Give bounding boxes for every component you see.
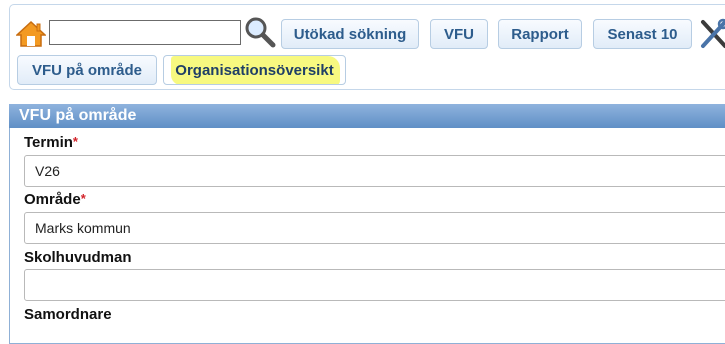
search-icon[interactable] xyxy=(244,16,276,48)
area-label: Område* xyxy=(24,191,86,208)
term-label: Termin* xyxy=(24,134,78,151)
report-button[interactable]: Rapport xyxy=(498,19,582,49)
school-principal-field[interactable] xyxy=(24,269,725,301)
search-input[interactable] xyxy=(49,20,241,45)
area-field[interactable] xyxy=(24,212,725,244)
school-principal-label: Skolhuvudman xyxy=(24,249,132,266)
panel-title: VFU på område xyxy=(9,104,725,128)
organisation-overview-button[interactable]: Organisationsöversikt xyxy=(163,55,346,85)
tools-icon[interactable] xyxy=(699,18,725,50)
school-principal-label-text: Skolhuvudman xyxy=(24,249,132,266)
advanced-search-button[interactable]: Utökad sökning xyxy=(281,19,419,49)
coordinator-label: Samordnare xyxy=(24,306,112,323)
vfu-area-button[interactable]: VFU på område xyxy=(17,55,157,85)
latest-10-button[interactable]: Senast 10 xyxy=(593,19,692,49)
area-label-text: Område xyxy=(24,191,81,208)
home-icon[interactable] xyxy=(16,20,46,48)
required-marker: * xyxy=(72,134,78,149)
term-label-text: Termin xyxy=(24,134,73,151)
required-marker: * xyxy=(80,191,86,206)
term-field[interactable] xyxy=(24,155,725,187)
vfu-button[interactable]: VFU xyxy=(430,19,488,49)
coordinator-label-text: Samordnare xyxy=(24,306,112,323)
